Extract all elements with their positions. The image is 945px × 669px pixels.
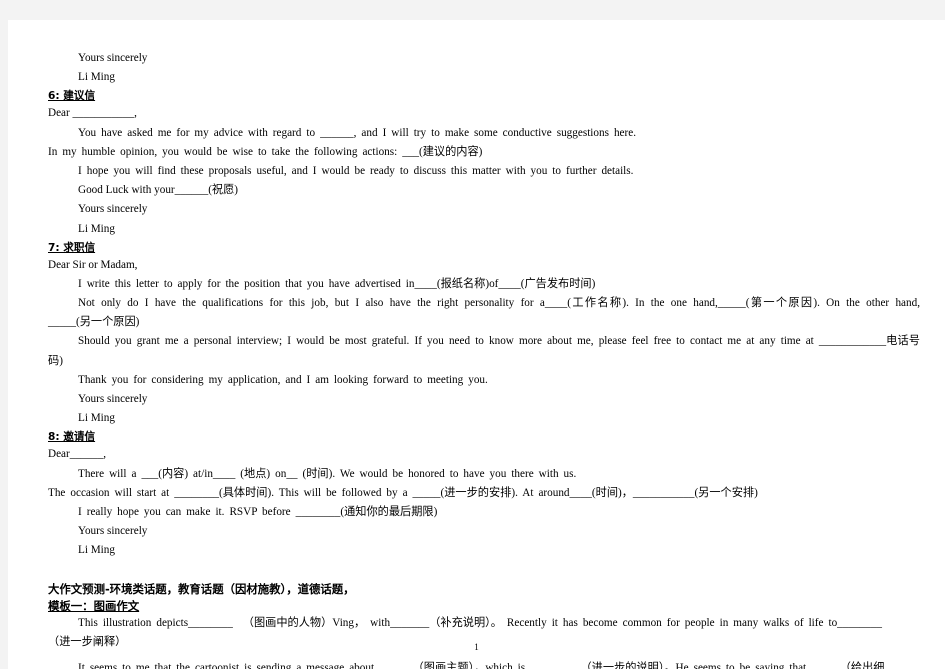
- essay-template-heading: 模板一：图画作文: [48, 598, 140, 613]
- letter8-line-3: I really hope you can make it. RSVP befo…: [78, 505, 438, 518]
- document-content: Yours sincerely Li Ming 6: 建议信 Dear ____…: [48, 50, 920, 669]
- letter6-closing-name: Li Ming: [78, 222, 115, 235]
- letter6-line-4: Good Luck with your______(祝愿): [78, 184, 239, 197]
- letter8-closing-sincerely: Yours sincerely: [78, 525, 148, 538]
- letter8-salutation: Dear______,: [48, 448, 107, 461]
- letter6-line-1: You have asked me for my advice with reg…: [78, 126, 636, 139]
- letter7-salutation: Dear Sir or Madam,: [48, 258, 138, 271]
- letter8-line-1: There will a ___(内容) at/in____ (地点) on__…: [78, 467, 577, 480]
- letter7-line-3-cont: 码): [48, 354, 63, 367]
- document-page: Yours sincerely Li Ming 6: 建议信 Dear ____…: [8, 20, 945, 669]
- letter6-line-3: I hope you will find these proposals use…: [78, 164, 634, 177]
- letter6-line-2: In my humble opinion, you would be wise …: [48, 145, 483, 158]
- letter6-heading: 6: 建议信: [48, 90, 96, 103]
- letter7-line-4: Thank you for considering my application…: [78, 373, 488, 386]
- letter6-prev-closing-sincerely: Yours sincerely: [78, 52, 148, 64]
- section-spacer: [48, 562, 920, 581]
- letter7-closing-sincerely: Yours sincerely: [78, 393, 148, 405]
- letter7-line-2: Not only do I have the qualifications fo…: [78, 297, 920, 310]
- essay-topic-heading: 大作文预测-环境类话题，教育话题（因材施教），道德话题，: [48, 581, 355, 596]
- letter8-line-2: The occasion will start at ________(具体时间…: [48, 486, 758, 499]
- page-number: 1: [474, 642, 479, 652]
- paragraph-spacer-1: [48, 653, 920, 660]
- essay-para-1-line-1: This illustration depicts________ （图画中的人…: [78, 616, 882, 629]
- essay-para-2-line-1: It seems to me that the cartoonist is se…: [78, 661, 885, 669]
- letter7-line-1: I write this letter to apply for the pos…: [78, 277, 596, 290]
- letter7-closing-name: Li Ming: [78, 412, 115, 425]
- letter8-closing-name: Li Ming: [78, 544, 115, 557]
- letter6-closing-sincerely: Yours sincerely: [78, 203, 148, 216]
- letter7-line-3: Should you grant me a personal interview…: [78, 335, 920, 348]
- letter6-prev-closing-name: Li Ming: [78, 71, 115, 84]
- letter7-heading: 7: 求职信: [48, 241, 96, 254]
- letter7-line-2-cont: _____(另一个原因): [48, 316, 140, 329]
- letter8-heading: 8: 邀请信: [48, 431, 96, 444]
- letter6-salutation: Dear ___________,: [48, 107, 137, 120]
